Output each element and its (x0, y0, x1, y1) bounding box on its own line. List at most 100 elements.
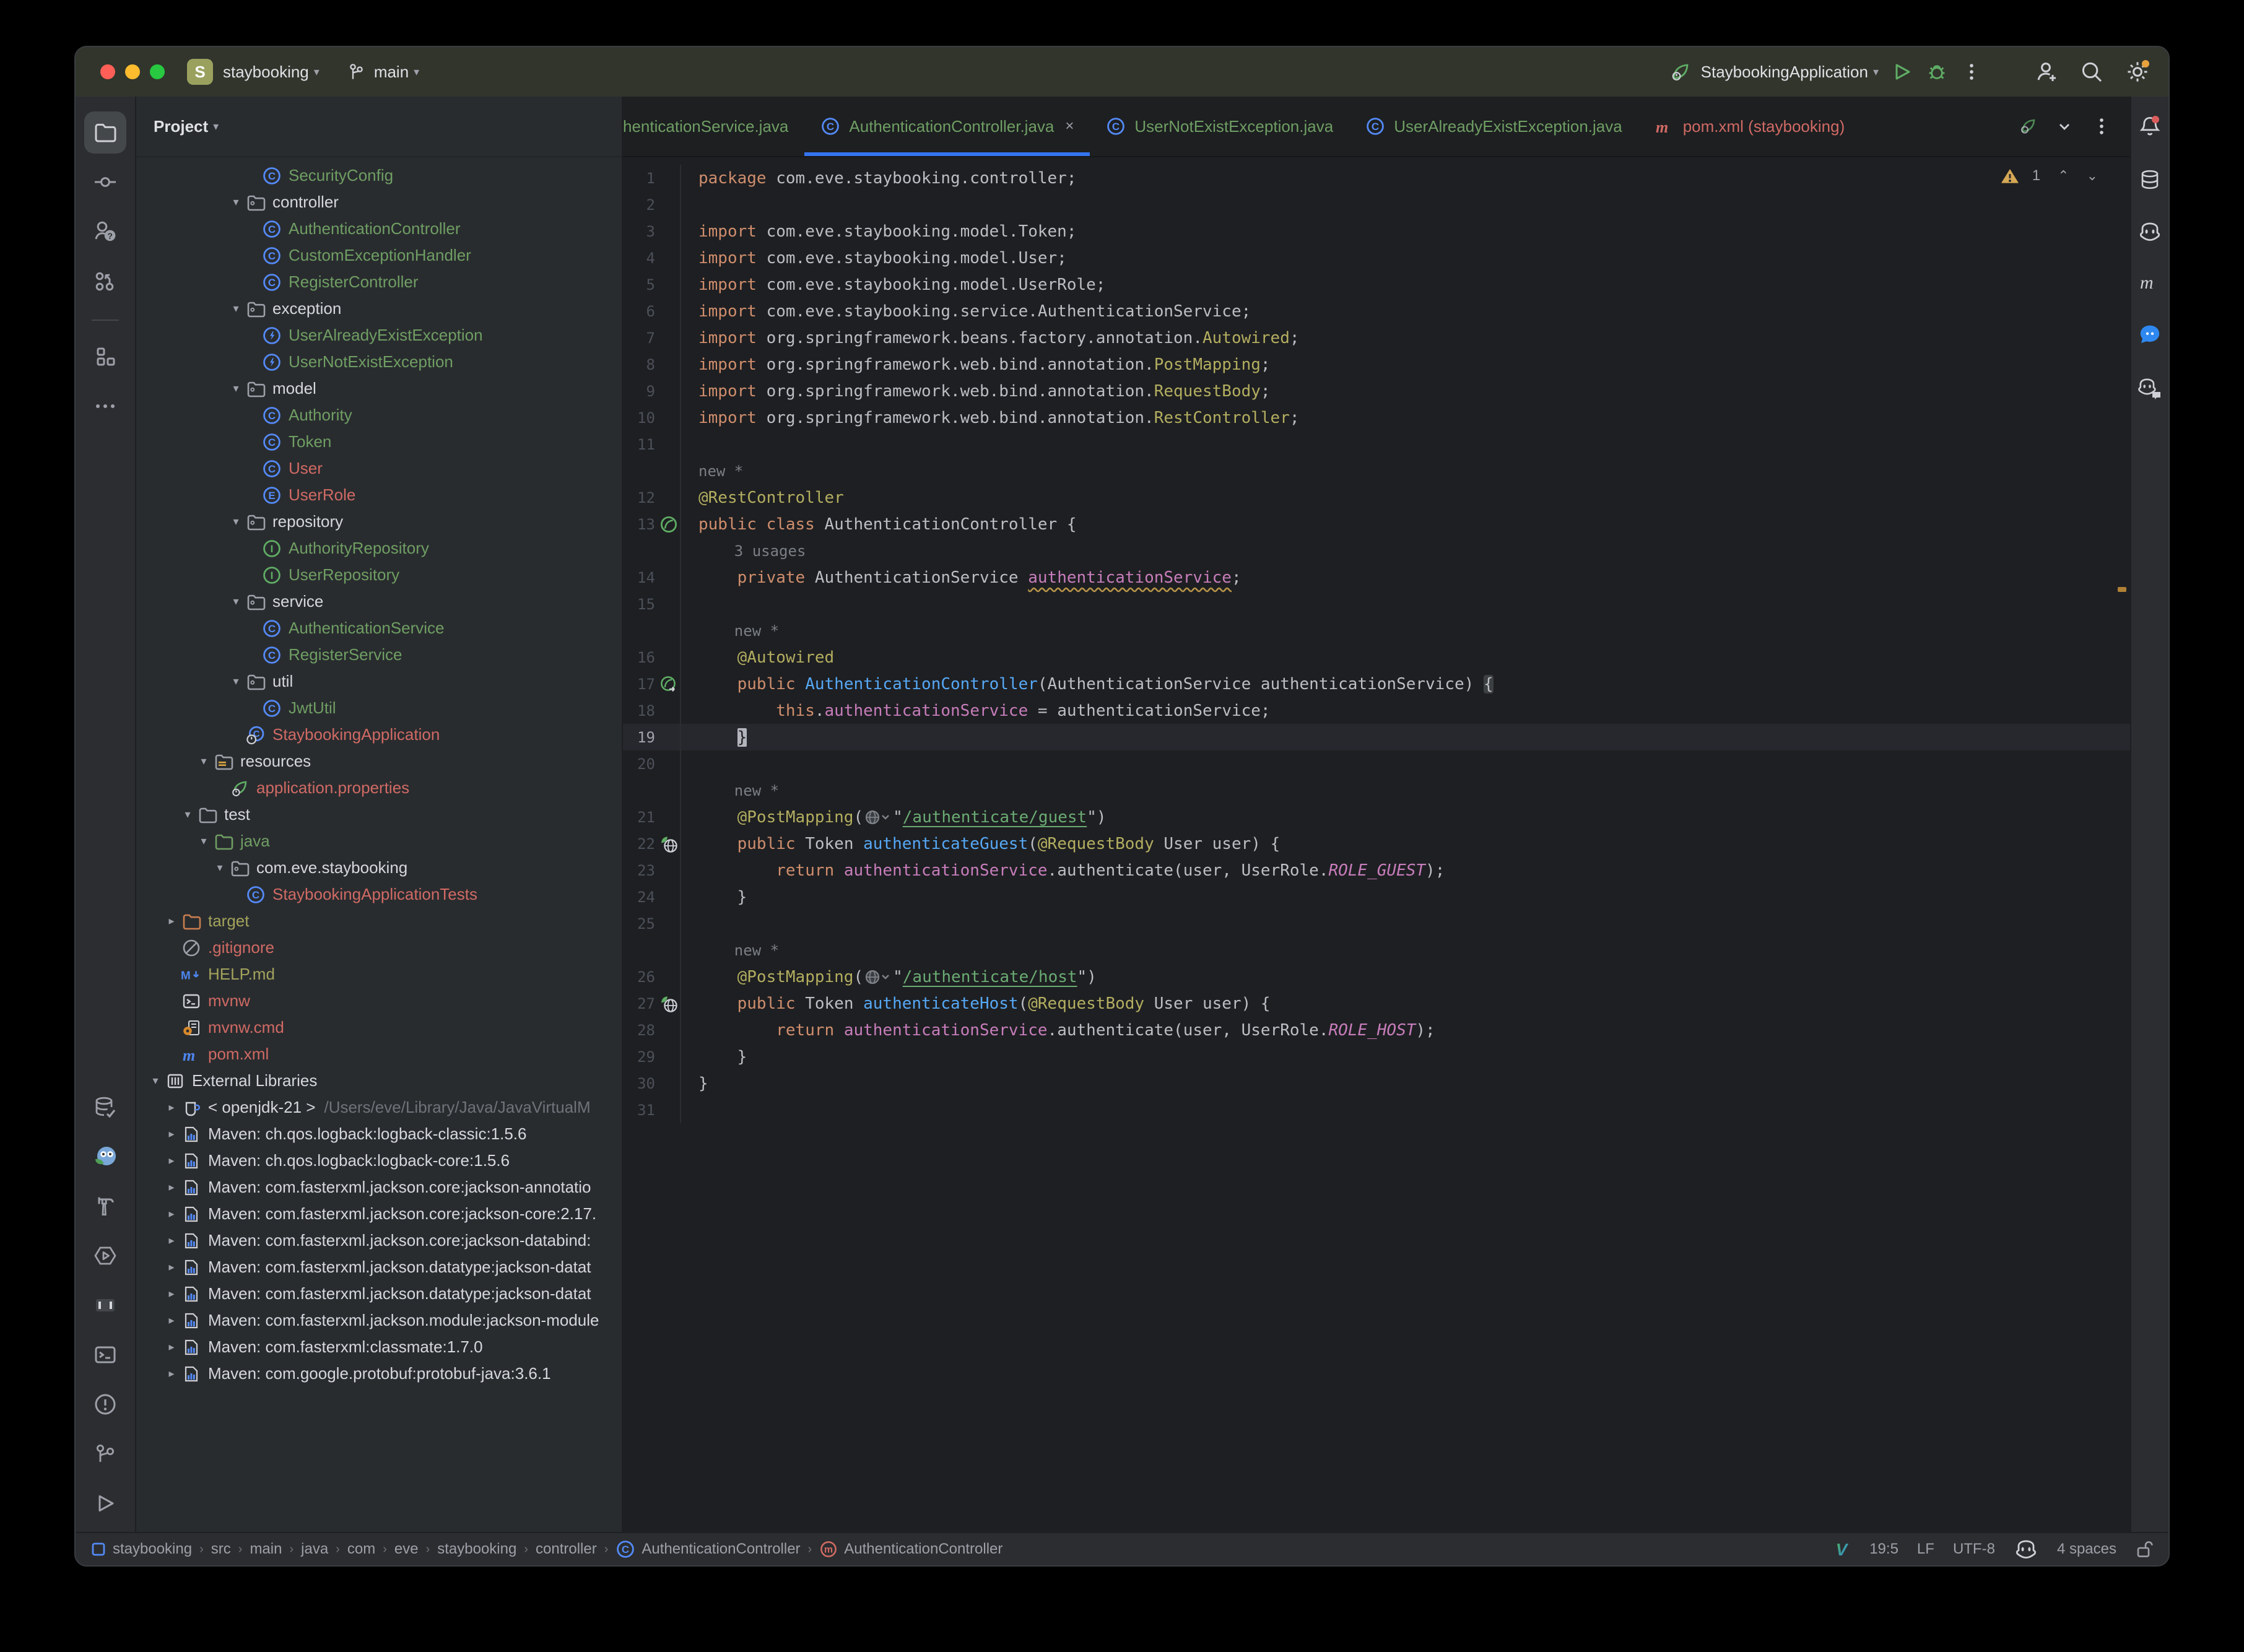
more-actions-button[interactable] (1960, 61, 1983, 83)
editor-gutter[interactable]: 11 (623, 431, 680, 458)
tree-item-test[interactable]: ▾ test (136, 801, 622, 828)
status-19-5-widget[interactable]: 19:5 (1869, 1541, 1898, 1558)
chevron-right-icon[interactable]: ▸ (162, 1367, 181, 1380)
settings-button[interactable] (2124, 58, 2151, 85)
tab-henticationservice-java[interactable]: henticationService.java (623, 97, 804, 156)
chat-bubble-button[interactable] (2137, 322, 2162, 347)
tab-authenticationcontroller-java[interactable]: C AuthenticationController.java × (804, 97, 1090, 156)
copilot-widget[interactable] (2014, 1538, 2038, 1560)
chevron-down-icon[interactable]: ▾ (194, 835, 213, 848)
editor-gutter[interactable]: 9 (623, 378, 680, 404)
tree-item-maven-com-fasterxml-jackson-core-jackson[interactable]: ▸ Maven: com.fasterxml.jackson.core:jacks… (136, 1174, 622, 1201)
inspections-widget[interactable]: 1 ⌃ ⌄ (2000, 167, 2098, 185)
close-window-button[interactable] (100, 64, 115, 79)
debug-button[interactable] (1926, 61, 1948, 83)
tree-item-authenticationservice[interactable]: C AuthenticationService (136, 615, 622, 641)
build-hammer-button[interactable] (84, 1185, 126, 1227)
zoom-window-button[interactable] (150, 64, 165, 79)
tree-item-exception[interactable]: ▾ exception (136, 295, 622, 322)
editor-gutter[interactable] (623, 937, 680, 963)
editor-gutter[interactable]: 28 (623, 1017, 680, 1043)
breadcrumb-item-authenticationcontroller[interactable]: C AuthenticationController (615, 1539, 801, 1559)
tree-item-openjdk-21[interactable]: ▸ < openjdk-21 > /Users/eve/Library/Java/J… (136, 1094, 622, 1121)
tree-item-application-properties[interactable]: application.properties (136, 775, 622, 801)
tree-item-userrepository[interactable]: I UserRepository (136, 562, 622, 588)
terminal-button[interactable] (84, 1334, 126, 1376)
maven-m-button[interactable]: m (2139, 272, 2161, 292)
status-4-spaces-widget[interactable]: 4 spaces (2057, 1541, 2116, 1558)
tree-item-maven-com-fasterxml-jackson-datatype-jac[interactable]: ▸ Maven: com.fasterxml.jackson.datatype:j… (136, 1280, 622, 1307)
breadcrumb-item-com[interactable]: com (347, 1541, 375, 1558)
tree-item-user[interactable]: C User (136, 455, 622, 482)
editor-gutter[interactable]: 13 (623, 511, 680, 537)
tree-item-maven-com-fasterxml-classmate-1-7-0[interactable]: ▸ Maven: com.fasterxml:classmate:1.7.0 (136, 1334, 622, 1360)
editor-gutter[interactable]: 23 (623, 857, 680, 884)
editor-gutter[interactable] (623, 458, 680, 484)
editor-gutter[interactable]: 5 (623, 271, 680, 298)
tree-item-mvnw[interactable]: mvnw (136, 988, 622, 1014)
tree-item-customexceptionhandler[interactable]: C CustomExceptionHandler (136, 242, 622, 269)
breadcrumb-item-eve[interactable]: eve (394, 1541, 419, 1558)
problems-button[interactable] (84, 1383, 126, 1425)
notifications-bell-button[interactable] (2137, 114, 2162, 139)
database-check-button[interactable] (84, 1086, 126, 1128)
editor-gutter[interactable]: 3 (623, 218, 680, 245)
tree-item-util[interactable]: ▾ util (136, 668, 622, 695)
pull-requests-button[interactable]: ? (84, 211, 126, 253)
tree-item-registercontroller[interactable]: C RegisterController (136, 269, 622, 295)
chevron-right-icon[interactable]: ▸ (162, 1341, 181, 1354)
editor-gutter[interactable]: 12 (623, 484, 680, 511)
tree-item-controller[interactable]: ▾ controller (136, 189, 622, 215)
code-editor[interactable]: 1 package com.eve.staybooking.controller;… (623, 157, 2130, 1532)
editor-gutter[interactable]: 27 (623, 990, 680, 1017)
breadcrumb-item-staybooking[interactable]: staybooking (437, 1541, 516, 1558)
error-stripe-warning-mark[interactable] (2118, 587, 2126, 592)
chevron-right-icon[interactable]: ▸ (162, 1261, 181, 1274)
run-play-button[interactable] (84, 1482, 126, 1524)
editor-gutter[interactable]: 29 (623, 1043, 680, 1070)
project-tool-window-header[interactable]: Project ▾ (136, 97, 622, 157)
structure-button[interactable] (84, 336, 126, 378)
inline-globe-icon[interactable] (864, 969, 892, 985)
editor-gutter[interactable] (623, 617, 680, 644)
tree-item-userrole[interactable]: E UserRole (136, 482, 622, 508)
editor-gutter[interactable] (623, 537, 680, 564)
tree-item-external-libraries[interactable]: ▾ External Libraries (136, 1067, 622, 1094)
breadcrumb-item-staybooking[interactable]: staybooking (90, 1541, 192, 1558)
branch-widget[interactable]: main ▾ (347, 62, 419, 82)
status-lf-widget[interactable]: LF (1917, 1541, 1934, 1558)
editor-gutter[interactable]: 20 (623, 750, 680, 777)
tree-item-resources[interactable]: ▾ resources (136, 748, 622, 775)
tab-usernotexistexception-java[interactable]: C UserNotExistException.java (1090, 97, 1349, 156)
editor-gutter[interactable]: 2 (623, 191, 680, 218)
ai-mascot-button[interactable] (84, 1136, 126, 1178)
vcs-graph-button[interactable] (84, 260, 126, 302)
vim-v-widget[interactable]: V (1832, 1540, 1851, 1559)
tree-item-maven-ch-qos-logback-logback-classic-1-5[interactable]: ▸ Maven: ch.qos.logback:logback-classic:1… (136, 1121, 622, 1147)
editor-gutter[interactable]: 8 (623, 351, 680, 378)
editor-gutter[interactable]: 10 (623, 404, 680, 431)
editor-gutter[interactable]: 7 (623, 324, 680, 351)
status-utf-8-widget[interactable]: UTF-8 (1953, 1541, 1995, 1558)
tree-item-repository[interactable]: ▾ repository (136, 508, 622, 535)
bookmarks-brackets-button[interactable] (84, 1284, 126, 1326)
tree-item-mvnw-cmd[interactable]: mvnw.cmd (136, 1014, 622, 1041)
spring-bean-icon[interactable] (658, 515, 680, 534)
tree-item-authorityrepository[interactable]: I AuthorityRepository (136, 535, 622, 562)
breadcrumb-item-java[interactable]: java (301, 1541, 328, 1558)
tree-item-model[interactable]: ▾ model (136, 375, 622, 402)
editor-gutter[interactable]: 15 (623, 591, 680, 617)
code-with-me-button[interactable] (2035, 59, 2059, 84)
chevron-down-icon[interactable]: ▾ (194, 755, 213, 768)
breadcrumb-item-controller[interactable]: controller (536, 1541, 597, 1558)
commit-button[interactable] (84, 161, 126, 203)
next-problem-button[interactable]: ⌄ (2087, 168, 2098, 184)
window-controls[interactable] (100, 64, 165, 79)
chevron-down-icon[interactable]: ▾ (178, 808, 197, 821)
chevron-right-icon[interactable]: ▸ (162, 1287, 181, 1300)
tree-item-gitignore[interactable]: .gitignore (136, 934, 622, 961)
breadcrumb-item-src[interactable]: src (211, 1541, 231, 1558)
editor-gutter[interactable]: 26 (623, 963, 680, 990)
editor-gutter[interactable]: 17 (623, 671, 680, 697)
project-widget[interactable]: staybooking ▾ (213, 63, 320, 82)
